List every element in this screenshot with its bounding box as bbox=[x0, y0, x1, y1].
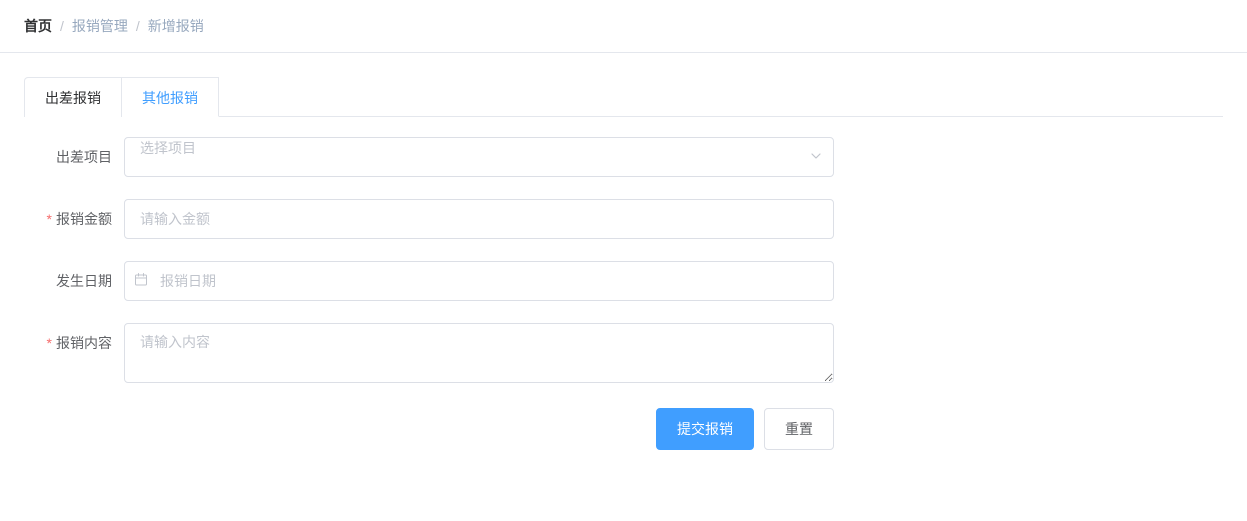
amount-label: *报销金额 bbox=[24, 199, 124, 239]
breadcrumb-level2: 新增报销 bbox=[148, 16, 204, 36]
project-select[interactable]: 选择项目 bbox=[124, 137, 834, 177]
amount-input[interactable] bbox=[124, 199, 834, 239]
date-label: 发生日期 bbox=[24, 261, 124, 301]
required-marker: * bbox=[47, 211, 52, 227]
project-label: 出差项目 bbox=[24, 137, 124, 177]
form-row-amount: *报销金额 bbox=[24, 199, 834, 239]
breadcrumb: 首页 / 报销管理 / 新增报销 bbox=[0, 0, 1247, 53]
reset-button[interactable]: 重置 bbox=[764, 408, 834, 450]
content-label: *报销内容 bbox=[24, 323, 124, 363]
content-textarea[interactable] bbox=[124, 323, 834, 383]
reimbursement-form: 出差项目 选择项目 *报销金额 bbox=[24, 137, 834, 450]
breadcrumb-separator: / bbox=[60, 18, 64, 34]
date-input[interactable] bbox=[124, 261, 834, 301]
breadcrumb-separator: / bbox=[136, 18, 140, 34]
breadcrumb-level1[interactable]: 报销管理 bbox=[72, 16, 128, 36]
tab-other-reimbursement[interactable]: 其他报销 bbox=[122, 77, 219, 117]
form-row-content: *报销内容 bbox=[24, 323, 834, 386]
submit-button[interactable]: 提交报销 bbox=[656, 408, 754, 450]
form-actions: 提交报销 重置 bbox=[24, 408, 834, 450]
tabs: 出差报销 其他报销 bbox=[24, 77, 1223, 117]
required-marker: * bbox=[47, 335, 52, 351]
tab-travel-reimbursement[interactable]: 出差报销 bbox=[24, 77, 122, 117]
form-row-project: 出差项目 选择项目 bbox=[24, 137, 834, 177]
form-row-date: 发生日期 bbox=[24, 261, 834, 301]
breadcrumb-home[interactable]: 首页 bbox=[24, 16, 52, 36]
